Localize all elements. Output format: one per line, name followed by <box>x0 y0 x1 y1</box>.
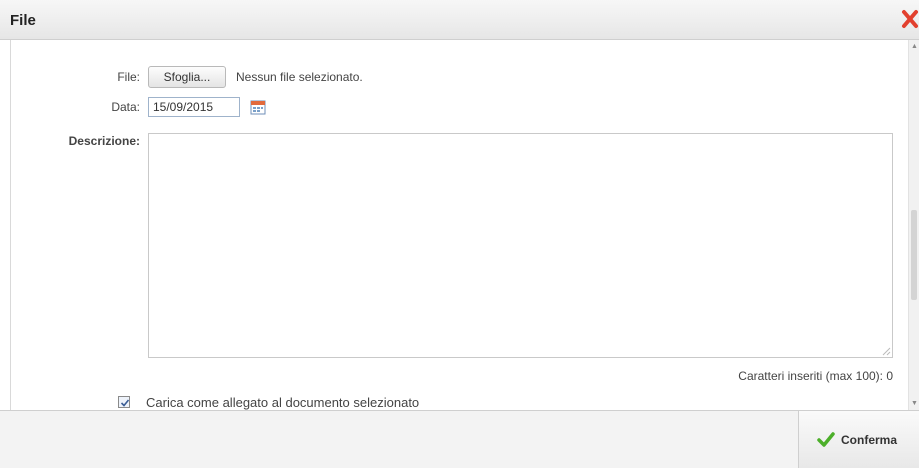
description-textarea[interactable] <box>148 133 893 358</box>
calendar-icon[interactable] <box>250 99 266 115</box>
vertical-scrollbar[interactable]: ▲ ▼ <box>908 40 919 410</box>
dialog-footer <box>0 410 919 468</box>
scroll-down-icon[interactable]: ▼ <box>911 400 918 407</box>
file-label: File: <box>117 70 140 84</box>
scrollbar-thumb[interactable] <box>911 210 917 300</box>
browse-button[interactable]: Sfoglia... <box>148 66 226 88</box>
checkbox-check-icon <box>120 399 130 407</box>
description-label: Descrizione: <box>68 134 140 148</box>
confirm-button[interactable]: Conferma <box>798 411 919 468</box>
resize-grip-icon[interactable] <box>879 344 891 356</box>
date-label: Data: <box>111 100 140 114</box>
date-input[interactable] <box>148 97 240 117</box>
attach-checkbox-label: Carica come allegato al documento selezi… <box>146 395 420 410</box>
checkmark-icon <box>817 432 835 447</box>
dialog-title: File <box>10 12 36 29</box>
dialog-titlebar: File <box>0 0 919 40</box>
confirm-label: Conferma <box>841 433 898 447</box>
char-counter: Caratteri inseriti (max 100): 0 <box>738 369 893 383</box>
scroll-up-icon[interactable]: ▲ <box>911 43 918 50</box>
no-file-text: Nessun file selezionato. <box>236 70 363 84</box>
close-icon[interactable] <box>899 6 919 32</box>
attach-checkbox[interactable] <box>118 396 130 408</box>
